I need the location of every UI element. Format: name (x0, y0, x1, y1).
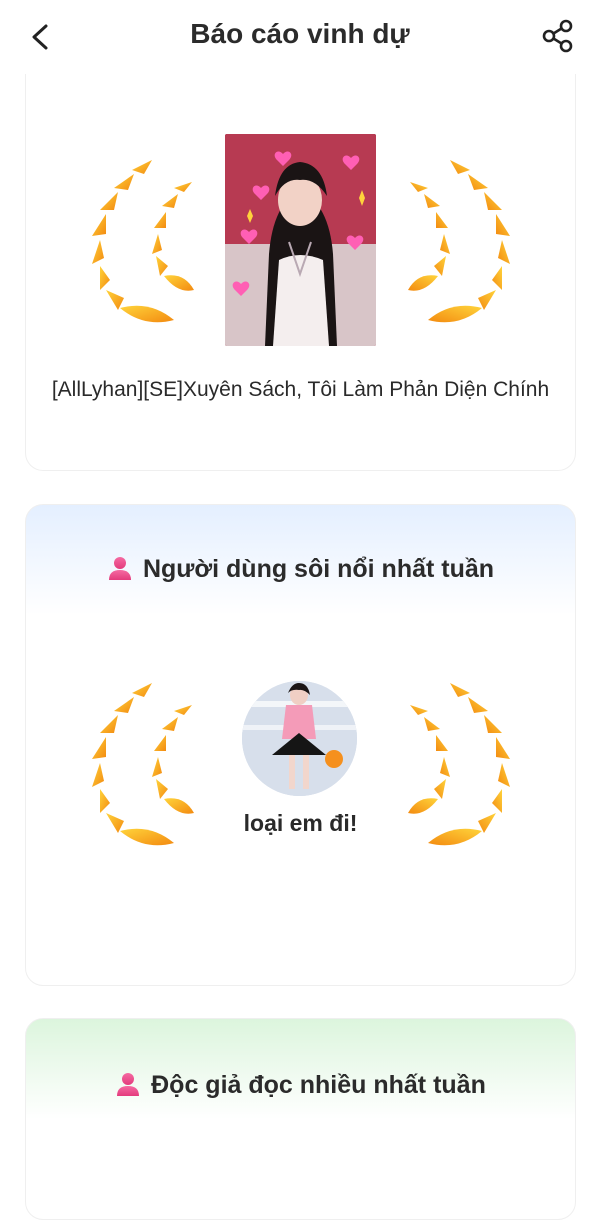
section-heading: Độc giả đọc nhiều nhất tuần (26, 1071, 575, 1100)
share-button[interactable] (540, 18, 576, 54)
laurel-wreath-right-icon (408, 160, 510, 323)
book-cover-illustration (225, 134, 376, 346)
section-heading: Người dùng sôi nổi nhất tuần (26, 555, 575, 584)
user-icon (108, 557, 131, 580)
book-title[interactable]: [AllLyhan][SE]Xuyên Sách, Tôi Làm Phản D… (26, 378, 575, 402)
user-name[interactable]: loại em đi! (26, 810, 575, 837)
user-icon (117, 1073, 140, 1096)
book-honor-card: [AllLyhan][SE]Xuyên Sách, Tôi Làm Phản D… (25, 74, 576, 471)
user-avatar[interactable] (242, 681, 357, 796)
active-user-card: Người dùng sôi nổi nhất tuần loại em đi! (25, 504, 576, 986)
book-cover-image[interactable] (225, 134, 376, 346)
top-bar: Báo cáo vinh dự (0, 0, 600, 72)
active-user-heading: Người dùng sôi nổi nhất tuần (142, 555, 495, 583)
top-reader-card: Độc giả đọc nhiều nhất tuần (25, 1018, 576, 1220)
top-reader-heading: Độc giả đọc nhiều nhất tuần (151, 1071, 486, 1099)
laurel-wreath-left-icon (92, 160, 194, 323)
avatar-illustration (242, 681, 357, 796)
share-icon (542, 19, 573, 53)
page-title: Báo cáo vinh dự (190, 18, 410, 49)
